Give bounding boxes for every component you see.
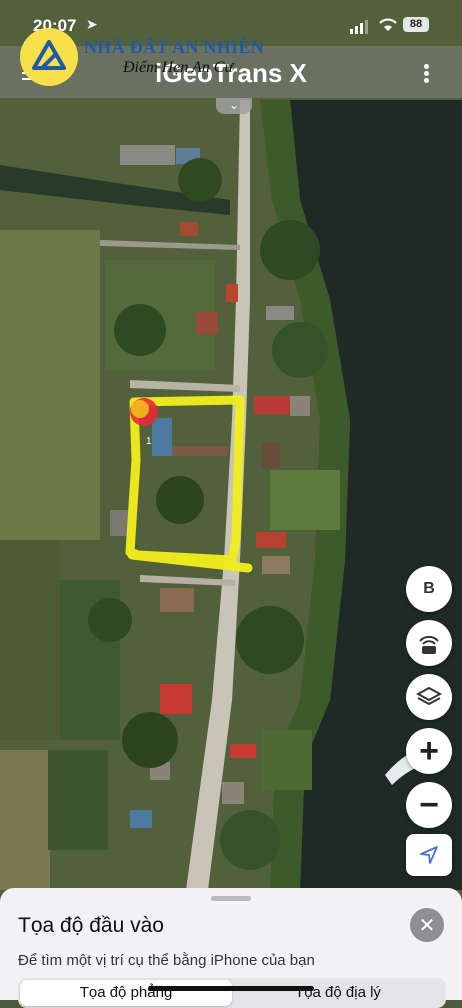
house xyxy=(180,222,198,236)
wifi-icon xyxy=(379,18,397,31)
house xyxy=(172,446,228,456)
more-options-icon[interactable] xyxy=(424,64,430,85)
gps-off-button[interactable] xyxy=(406,620,452,666)
house xyxy=(266,306,294,320)
tree-cluster xyxy=(156,476,204,524)
house xyxy=(130,810,152,828)
house xyxy=(262,556,290,574)
house xyxy=(254,396,294,414)
house xyxy=(230,744,256,758)
tab-geographic-coordinates[interactable]: Tọa độ địa lý xyxy=(232,980,444,1006)
house xyxy=(120,145,175,165)
navigation-arrow-icon xyxy=(420,846,438,864)
watermark-slogan: Điểm Hẹn An Cư xyxy=(123,59,234,76)
compass-button[interactable]: B xyxy=(406,566,452,612)
house xyxy=(222,782,244,804)
coordinate-input-sheet: Tọa độ đầu vào ✕ Để tìm một vị trí cụ th… xyxy=(0,888,462,1008)
tab-planar-coordinates[interactable]: Tọa độ phẳng xyxy=(20,980,232,1006)
tree-cluster xyxy=(114,304,166,356)
tree-cluster xyxy=(122,712,178,768)
location-arrow-icon: ➤ xyxy=(86,16,98,32)
house xyxy=(226,284,238,302)
parcel-marker-halo xyxy=(131,400,149,418)
gps-off-icon xyxy=(419,635,439,654)
sheet-drag-handle[interactable] xyxy=(211,896,251,901)
plus-icon: + xyxy=(419,732,439,770)
field xyxy=(0,540,60,740)
sheet-description: Để tìm một vị trí cụ thể bằng iPhone của… xyxy=(18,952,315,969)
zoom-in-button[interactable]: + xyxy=(406,728,452,774)
house xyxy=(290,396,310,416)
house xyxy=(196,312,218,334)
tree-cluster xyxy=(260,220,320,280)
coordinate-type-segmented-control: Tọa độ phẳng Tọa độ địa lý xyxy=(18,978,446,1008)
house xyxy=(160,588,194,612)
close-button[interactable]: ✕ xyxy=(410,908,444,942)
sheet-title: Tọa độ đầu vào xyxy=(18,914,164,937)
my-location-button[interactable] xyxy=(406,834,452,876)
field xyxy=(48,750,108,850)
tree-cluster xyxy=(88,598,132,642)
house xyxy=(262,442,280,468)
field xyxy=(270,470,340,530)
house xyxy=(256,532,286,548)
compass-icon: B xyxy=(423,580,435,597)
map-pull-tab[interactable]: ⌄ xyxy=(216,98,252,114)
tree-cluster xyxy=(220,810,280,870)
close-icon: ✕ xyxy=(418,914,436,937)
tree-cluster xyxy=(272,322,328,378)
cellular-signal-icon xyxy=(350,20,368,34)
field xyxy=(0,230,100,540)
layers-button[interactable] xyxy=(406,674,452,720)
field xyxy=(262,730,312,790)
home-indicator xyxy=(148,986,314,991)
house xyxy=(160,684,192,714)
house xyxy=(152,418,172,456)
tree-cluster xyxy=(178,158,222,202)
watermark-brand: NHÀ ĐẤT AN NHIÊN xyxy=(84,37,264,57)
tree-cluster xyxy=(236,606,304,674)
watermark-logo xyxy=(20,28,78,86)
layers-icon xyxy=(416,686,442,706)
parcel-label: 1 xyxy=(146,436,152,447)
field xyxy=(0,750,50,890)
satellite-map[interactable]: 1 xyxy=(0,0,462,1000)
battery-indicator: 88 xyxy=(403,17,429,32)
minus-icon: − xyxy=(419,786,439,824)
zoom-out-button[interactable]: − xyxy=(406,782,452,828)
